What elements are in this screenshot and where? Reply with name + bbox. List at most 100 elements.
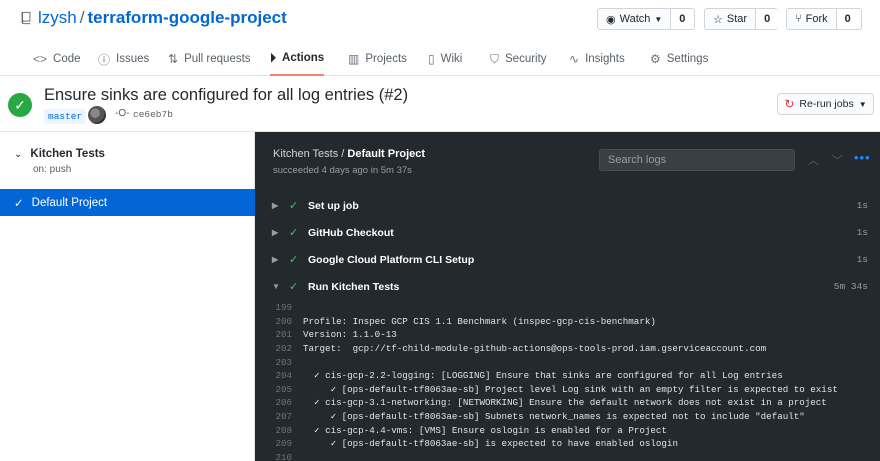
success-check-icon: ✓ <box>8 93 32 117</box>
chevron-up-icon[interactable]: ︿ <box>808 152 819 168</box>
tab-security[interactable]: ⛉ Security <box>490 42 547 76</box>
star-button[interactable]: ☆ Star <box>705 9 757 29</box>
step-row[interactable]: ▶ ✓ GitHub Checkout 1s <box>255 219 880 246</box>
rerun-jobs-button[interactable]: ↻ Re-run jobs ▼ <box>777 93 874 115</box>
log-line: 203 <box>255 355 880 369</box>
tab-insights[interactable]: ∿ Insights <box>569 42 625 76</box>
line-number[interactable]: 199 <box>255 302 303 313</box>
star-widget: ☆ Star 0 <box>704 8 779 30</box>
shield-icon: ⛉ <box>490 51 500 66</box>
tab-label: Security <box>505 53 547 65</box>
line-number[interactable]: 206 <box>255 397 303 408</box>
caret-right-icon: ▶ <box>272 228 279 237</box>
log-message: cis-gcp-4.4-vms: [VMS] Ensure oslogin is… <box>319 424 667 436</box>
line-number[interactable]: 209 <box>255 438 303 449</box>
log-text: ✓ cis-gcp-2.2-logging: [LOGGING] Ensure … <box>303 370 783 381</box>
caret-right-icon: ▶ <box>272 255 279 264</box>
sync-icon: ↻ <box>784 97 795 111</box>
line-number[interactable]: 203 <box>255 357 303 368</box>
line-number[interactable]: 208 <box>255 425 303 436</box>
book-icon: ▯ <box>428 52 435 66</box>
log-message: [ops-default-tf8063ae-sb] is expected to… <box>336 438 678 450</box>
avatar[interactable] <box>88 106 106 124</box>
log-line: 207 ✓ [ops-default-tf8063ae-sb] Subnets … <box>255 410 880 424</box>
line-number[interactable]: 201 <box>255 329 303 340</box>
kebab-menu-icon[interactable]: ••• <box>854 150 871 165</box>
search-logs-input[interactable] <box>599 149 795 171</box>
workflow-sidebar <box>0 132 255 461</box>
chevron-down-icon[interactable]: ﹀ <box>832 152 843 168</box>
log-line: 201 Version: 1.1.0-13 <box>255 328 880 342</box>
line-number[interactable]: 207 <box>255 411 303 422</box>
breadcrumb-workflow: Kitchen Tests <box>273 148 339 160</box>
fork-count[interactable]: 0 <box>836 9 859 29</box>
log-message: cis-gcp-2.2-logging: [LOGGING] Ensure th… <box>319 370 783 382</box>
watch-count[interactable]: 0 <box>671 9 694 29</box>
line-number[interactable]: 204 <box>255 370 303 381</box>
log-line: 206 ✓ cis-gcp-3.1-networking: [NETWORKIN… <box>255 396 880 410</box>
step-duration: 5m 34s <box>833 281 868 292</box>
fork-widget: ⑂ Fork 0 <box>786 8 862 30</box>
job-label: Default Project <box>31 196 108 209</box>
step-row[interactable]: ▶ ✓ Google Cloud Platform CLI Setup 1s <box>255 246 880 273</box>
step-duration: 1s <box>856 254 868 265</box>
gear-icon: ⚙ <box>650 52 661 66</box>
log-indent <box>303 384 331 395</box>
tab-wiki[interactable]: ▯ Wiki <box>428 42 462 76</box>
tab-settings[interactable]: ⚙ Settings <box>650 42 708 76</box>
repo-owner-link[interactable]: lzysh <box>38 8 77 27</box>
issue-icon: ⓘ <box>98 52 111 67</box>
watch-label: Watch <box>619 13 651 25</box>
commit-sha-link[interactable]: ce6eb7b <box>133 109 173 120</box>
line-number[interactable]: 200 <box>255 316 303 327</box>
tab-label: Actions <box>282 52 325 64</box>
step-duration: 1s <box>856 200 868 211</box>
log-line: 202 Target: gcp://tf-child-module-github-… <box>255 342 880 356</box>
star-count[interactable]: 0 <box>756 9 779 29</box>
tab-actions[interactable]: ⏵ Actions <box>270 42 325 76</box>
log-text: Version: 1.1.0-13 <box>303 329 397 341</box>
step-label: Google Cloud Platform CLI Setup <box>308 253 475 266</box>
check-icon: ✓ <box>289 254 299 266</box>
log-text: ✓ cis-gcp-3.1-networking: [NETWORKING] E… <box>303 397 827 408</box>
watch-button[interactable]: ◉ Watch ▼ <box>598 9 672 29</box>
tab-projects[interactable]: ▥ Projects <box>348 42 407 76</box>
tab-label: Pull requests <box>184 53 251 65</box>
sidebar-job-default-project[interactable]: ✓ Default Project <box>0 189 255 216</box>
run-title: Ensure sinks are configured for all log … <box>44 86 409 104</box>
chevron-down-icon: ▼ <box>858 99 867 109</box>
log-message: [ops-default-tf8063ae-sb] Project level … <box>336 383 838 395</box>
eye-icon: ◉ <box>606 13 616 26</box>
workflow-toggle[interactable]: ⌄ Kitchen Tests <box>14 148 105 160</box>
log-breadcrumb: Kitchen Tests / Default Project <box>273 148 425 160</box>
repo-name-link[interactable]: terraform-google-project <box>87 8 286 27</box>
line-number[interactable]: 205 <box>255 384 303 395</box>
tab-code[interactable]: <> Code <box>33 42 81 76</box>
log-text: Profile: Inspec GCP CIS 1.1 Benchmark (i… <box>303 315 656 327</box>
tab-label: Insights <box>585 53 625 65</box>
tab-label: Wiki <box>440 53 463 65</box>
log-indent <box>303 425 314 436</box>
star-label: Star <box>726 13 748 25</box>
log-text: ✓ [ops-default-tf8063ae-sb] Project leve… <box>303 384 838 395</box>
workflow-trigger: on: push <box>33 164 72 175</box>
tab-pull-requests[interactable]: ⇅ Pull requests <box>168 42 251 76</box>
step-row-expanded[interactable]: ▼ ✓ Run Kitchen Tests 5m 34s <box>255 273 880 300</box>
line-number[interactable]: 210 <box>255 452 303 461</box>
rerun-label: Re-run jobs <box>799 98 854 110</box>
log-line: 210 <box>255 451 880 461</box>
chevron-down-icon: ▼ <box>654 14 663 24</box>
log-indent <box>303 397 314 408</box>
tab-label: Issues <box>116 53 150 65</box>
tab-issues[interactable]: ⓘ Issues <box>98 42 149 76</box>
step-row[interactable]: ▶ ✓ Set up job 1s <box>255 192 880 219</box>
branch-label[interactable]: master <box>44 109 87 124</box>
fork-button[interactable]: ⑂ Fork <box>787 9 837 29</box>
check-icon: ✓ <box>289 281 299 293</box>
watch-widget: ◉ Watch ▼ 0 <box>597 8 695 30</box>
log-text: Target: gcp://tf-child-module-github-act… <box>303 343 767 355</box>
star-icon: ☆ <box>713 13 723 26</box>
repo-separator: / <box>79 8 85 27</box>
log-message: cis-gcp-3.1-networking: [NETWORKING] Ens… <box>319 397 827 409</box>
line-number[interactable]: 202 <box>255 343 303 354</box>
